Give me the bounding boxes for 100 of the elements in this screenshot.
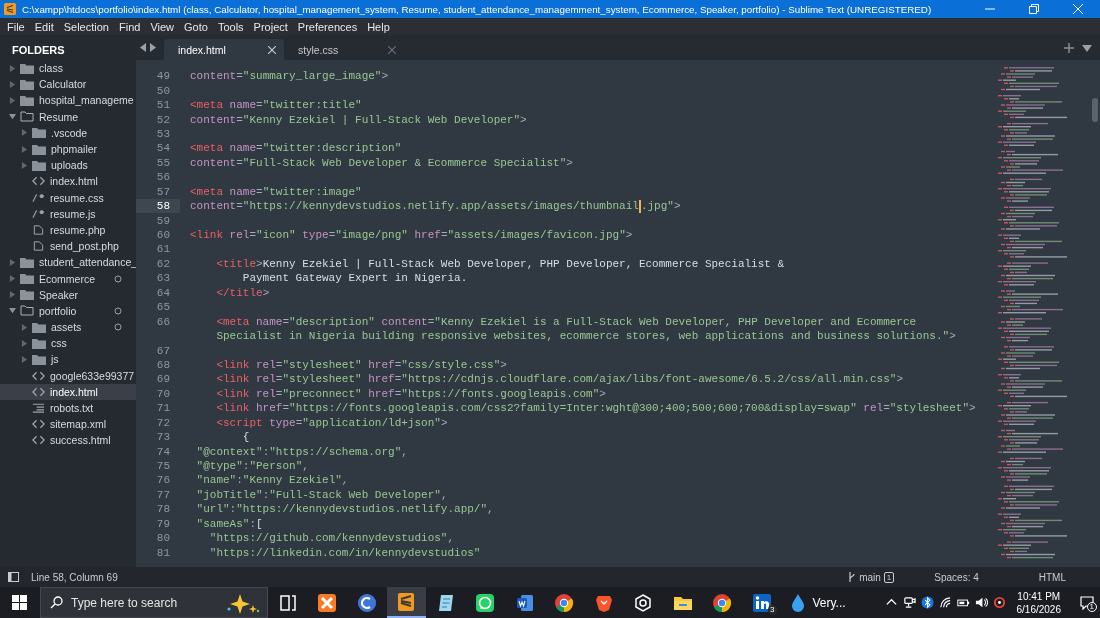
line-number: 51 — [156, 99, 170, 112]
code-line: { — [241, 431, 250, 444]
sidebar-item[interactable]: Resume — [0, 108, 136, 125]
caret-right-icon[interactable] — [21, 145, 28, 153]
scrollbar-thumb[interactable] — [1092, 98, 1098, 122]
menu-item[interactable]: Edit — [29, 20, 59, 33]
line-number: 81 — [156, 546, 170, 559]
wifi-icon[interactable] — [938, 596, 952, 609]
caret-right-icon[interactable] — [21, 323, 28, 331]
notification-button[interactable]: 1 — [1074, 587, 1100, 618]
sidebar-item[interactable]: uploads — [0, 157, 136, 174]
sidebar-item[interactable]: google633e99377 — [0, 367, 136, 384]
line-number: 77 — [156, 488, 170, 501]
sidebar-item[interactable]: css — [0, 335, 136, 352]
folder-icon — [32, 321, 46, 333]
code-line: "@context":"https://schema.org", — [195, 445, 408, 458]
caret-right-icon[interactable] — [21, 129, 28, 137]
indentation-setting[interactable]: Spaces: 4 — [934, 571, 979, 583]
sidebar-item[interactable]: index.html — [0, 383, 136, 400]
clock[interactable]: 10:41 PM 6/16/2026 — [1016, 589, 1061, 616]
sidebar-item[interactable]: Calculator — [0, 76, 136, 93]
code-line: Specialist in Nigeria building responsive websites, ecommerce stores, web applications and business solutions."> — [215, 330, 956, 343]
sidebar-item[interactable]: portfolio — [0, 302, 136, 319]
sidebar-item[interactable]: robots.txt — [0, 399, 136, 417]
menu-item[interactable]: Selection — [58, 20, 114, 33]
ring-icon[interactable] — [992, 596, 1006, 609]
menu-item[interactable]: Help — [362, 20, 395, 33]
menu-item[interactable]: Find — [113, 20, 146, 33]
sidebar-item[interactable]: phpmailer — [0, 140, 136, 158]
code-line: "url":"https://kennydevstudios.netlify.app/", — [195, 503, 494, 516]
folder-icon — [20, 111, 34, 123]
sidebar-item[interactable]: Ecommerce — [0, 270, 136, 287]
sidebar-item[interactable]: send_post.php — [0, 238, 136, 255]
sidebar-item[interactable]: index.html — [0, 173, 136, 190]
badge-count: 3 — [768, 605, 777, 615]
caret-right-icon[interactable] — [21, 339, 28, 347]
tab[interactable]: style.css — [284, 39, 404, 60]
speaker-icon[interactable] — [974, 596, 988, 609]
close-icon[interactable] — [388, 45, 396, 54]
sidebar-item[interactable]: sitemap.xml — [0, 416, 136, 433]
browser-icon — [554, 592, 575, 613]
menu-item[interactable]: View — [145, 20, 180, 33]
camera-icon[interactable] — [902, 596, 916, 609]
line-number: 68 — [156, 358, 170, 371]
restore-icon — [1029, 4, 1039, 14]
panel-toggle-icon[interactable] — [8, 572, 19, 582]
taskbar-button[interactable] — [386, 587, 426, 618]
sidebar-item[interactable]: assets — [0, 319, 136, 336]
folder-icon — [20, 273, 34, 285]
caret-right-icon[interactable] — [9, 275, 16, 283]
caret-right-icon[interactable] — [9, 96, 16, 104]
code-line: "https://linkedin.com/in/kennydevstudios" — [208, 546, 481, 559]
code-line: <title>Kenny Ezekiel | Full-Stack Web Developer, PHP Developer, Ecommerce Specialist & — [215, 257, 785, 270]
sidebar-item[interactable]: Speaker — [0, 286, 136, 303]
code-line: "jobTitle":"Full-Stack Web Developer", — [195, 488, 448, 501]
menu-item[interactable]: Project — [248, 20, 293, 33]
caret-right-icon[interactable] — [9, 80, 16, 88]
profile-tile-icon — [751, 592, 772, 613]
sidebar-item[interactable]: success.html — [0, 432, 136, 449]
code-line: "sameAs":[ — [195, 517, 263, 530]
folder-icon — [20, 62, 34, 74]
caret-down-icon[interactable] — [9, 307, 16, 315]
search-field[interactable]: Type here to search — [40, 587, 268, 618]
code-line: <link rel="stylesheet" href="https://cdnjs.cloudflare.com/ajax/libs/font-awesome/6.5.2/css/all.min.css"> — [215, 373, 903, 386]
caret-down-icon[interactable] — [9, 113, 16, 121]
code-line: content="Full-Stack Web Developer & Ecommerce Specialist"> — [190, 156, 573, 169]
menu-item[interactable]: Preferences — [292, 20, 363, 33]
code-line: <script type="application/ld+json"> — [215, 416, 448, 429]
menu-item[interactable]: File — [2, 20, 30, 33]
sidebar-item[interactable]: class — [0, 60, 136, 77]
folder-icon — [20, 305, 34, 317]
caret-right-icon[interactable] — [9, 291, 16, 299]
caret-right-icon[interactable] — [21, 355, 28, 363]
sidebar-item[interactable]: hospital_manageme — [0, 92, 136, 109]
syntax-setting[interactable]: HTML — [1038, 571, 1066, 583]
caret-right-icon[interactable] — [9, 258, 16, 266]
taskbar-button[interactable]: Very... — [781, 587, 852, 618]
code-line: <meta name="description" content="Kenny Ezekiel is a Full-Stack Web Developer, PHP Developer and Ecommerce — [215, 315, 917, 328]
branch-status[interactable]: main 1 — [848, 571, 895, 583]
tab[interactable]: index.html — [164, 39, 284, 60]
sidebar-item[interactable]: js — [0, 351, 136, 368]
close-icon[interactable] — [268, 45, 276, 54]
caret-right-icon[interactable] — [9, 64, 16, 72]
line-number: 79 — [156, 517, 170, 530]
sidebar-item[interactable]: .vscode — [0, 124, 136, 141]
plus-icon[interactable] — [1064, 42, 1074, 53]
sidebar-item[interactable]: resume.css — [0, 189, 136, 206]
battery-icon[interactable] — [956, 596, 970, 609]
menu-item[interactable]: Tools — [212, 20, 249, 33]
line-number: 64 — [156, 286, 170, 299]
menu-item[interactable]: Goto — [179, 20, 213, 33]
caret-right-icon[interactable] — [21, 161, 28, 169]
sidebar-item[interactable]: resume.js — [0, 205, 136, 222]
taskbar-button[interactable]: 3 — [742, 587, 782, 618]
dropdown-icon[interactable] — [1082, 42, 1092, 53]
sidebar-item[interactable]: resume.php — [0, 221, 136, 239]
code-line: <meta name="twitter:image" — [190, 185, 362, 198]
line-number: 50 — [156, 84, 170, 97]
bluetooth-icon[interactable] — [920, 596, 934, 609]
line-number: 53 — [156, 127, 170, 140]
